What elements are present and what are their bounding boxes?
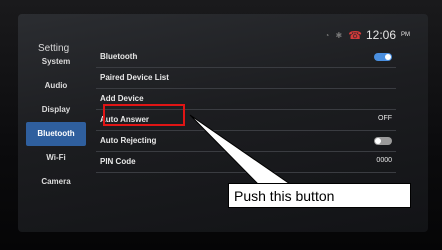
instruction-callout: Push this button [228, 183, 411, 208]
callout-pointer-icon [189, 114, 292, 185]
callout-text: Push this button [234, 188, 335, 204]
